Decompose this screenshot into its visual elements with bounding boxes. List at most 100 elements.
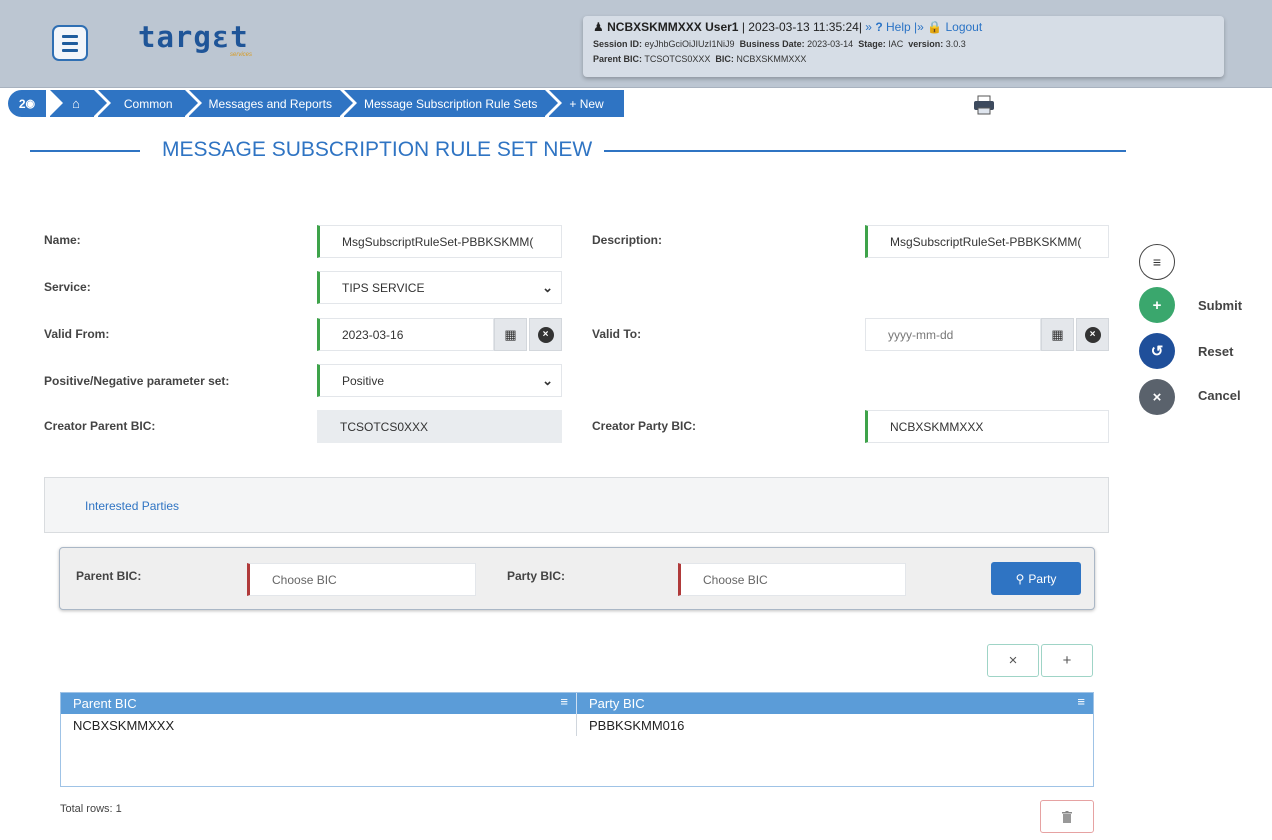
party-bic-input[interactable]: Choose BIC [678, 563, 906, 596]
session-datetime: | 2023-03-13 11:35:24| [741, 20, 862, 34]
valid-to-input[interactable]: yyyy-mm-dd [865, 318, 1041, 351]
service-select[interactable]: TIPS SERVICE ⌄ [317, 271, 562, 304]
version-label: version: [908, 39, 944, 49]
logo-subtitle: services [230, 52, 253, 58]
business-date-value: 2023-03-14 [807, 39, 854, 49]
search-party-label: Party [1028, 571, 1057, 586]
menu-icon[interactable] [52, 25, 88, 61]
help-link[interactable]: ? Help [875, 20, 910, 34]
close-icon: × [1152, 388, 1162, 406]
help-separator: » [865, 20, 872, 34]
target-logo: targɛt [138, 20, 249, 54]
app-header: targɛt services ♟ NCBXSKMMXXX User1 | 20… [0, 0, 1272, 88]
plus-icon: + [1152, 296, 1162, 314]
user-name: NCBXSKMMXXX User1 [607, 20, 739, 34]
parent-bic-label: Parent BIC: [593, 54, 643, 64]
parent-bic-input[interactable]: Choose BIC [247, 563, 476, 596]
tab-interested-parties[interactable]: Interested Parties [85, 499, 179, 513]
page-title: MESSAGE SUBSCRIPTION RULE SET NEW [150, 138, 605, 162]
search-parent-bic-label: Parent BIC: [76, 569, 142, 583]
help-icon: ? [875, 20, 883, 34]
logout-link[interactable]: 🔒 Logout [927, 20, 982, 34]
chevron-down-icon: ⌄ [542, 280, 553, 295]
eye-icon: ◉ [25, 98, 36, 110]
user-line: ♟ NCBXSKMMXXX User1 | 2023-03-13 11:35:2… [593, 20, 1214, 34]
history-count: 2 [18, 96, 26, 111]
valid-to-calendar-button[interactable]: ▦ [1041, 318, 1074, 351]
column-header-parent-bic[interactable]: Parent BIC ≡ [61, 693, 577, 714]
delete-button[interactable] [1040, 800, 1094, 833]
list-icon[interactable]: ≡ [1139, 244, 1175, 280]
logout-separator: |» [914, 20, 924, 34]
business-date-label: Business Date: [739, 39, 805, 49]
breadcrumb-common[interactable]: Common [97, 90, 198, 117]
print-icon[interactable] [972, 95, 996, 115]
breadcrumb: 2 ◉ ⌂ Common Messages and Reports Message… [8, 90, 624, 117]
session-line: Session ID: eyJhbGciOiJIUzI1NiJ9 Busines… [593, 39, 1214, 49]
user-info-box: ♟ NCBXSKMMXXX User1 | 2023-03-13 11:35:2… [583, 16, 1224, 77]
session-id-label: Session ID: [593, 39, 643, 49]
breadcrumb-home[interactable]: ⌂ [50, 90, 107, 117]
name-input[interactable]: MsgSubscriptRuleSet-PBBKSKMM( [317, 225, 562, 258]
posneg-label: Positive/Negative parameter set: [44, 374, 230, 388]
clear-icon: × [537, 326, 554, 343]
user-icon: ♟ [593, 20, 604, 34]
reset-label: Reset [1198, 344, 1234, 359]
add-button[interactable]: + [1041, 644, 1093, 677]
search-icon: ⚲ [1015, 571, 1025, 586]
title-divider-left [30, 150, 140, 152]
breadcrumb-messages-reports[interactable]: Messages and Reports [188, 90, 354, 117]
name-label: Name: [44, 233, 81, 247]
valid-from-input[interactable]: 2023-03-16 [317, 318, 494, 351]
interested-parties-grid: Parent BIC ≡ Party BIC ≡ NCBXSKMMXXX PBB… [60, 692, 1094, 787]
column-header-label: Parent BIC [73, 696, 137, 711]
valid-to-clear-button[interactable]: × [1076, 318, 1109, 351]
bic-line: Parent BIC: TCSOTCS0XXX BIC: NCBXSKMMXXX [593, 54, 1214, 64]
valid-from-calendar-button[interactable]: ▦ [494, 318, 527, 351]
reset-button[interactable]: ↺ [1139, 333, 1175, 369]
session-id-value: eyJhbGciOiJIUzI1NiJ9 [644, 39, 735, 49]
creator-party-bic-field[interactable]: NCBXSKMMXXX [865, 410, 1109, 443]
search-party-button[interactable]: ⚲ Party [991, 562, 1081, 595]
table-row[interactable]: NCBXSKMMXXX PBBKSKMM016 [61, 714, 1093, 736]
total-rows: Total rows: 1 [60, 803, 122, 815]
parent-bic-value: TCSOTCS0XXX [644, 54, 711, 64]
column-menu-icon[interactable]: ≡ [560, 694, 568, 709]
interested-parties-panel: Interested Parties [44, 477, 1109, 533]
cell-party-bic: PBBKSKMM016 [589, 717, 685, 733]
chevron-down-icon: ⌄ [542, 373, 553, 388]
stage-value: IAC [888, 39, 904, 49]
clear-icon: × [1084, 326, 1101, 343]
column-menu-icon[interactable]: ≡ [1077, 694, 1085, 709]
title-divider-right [595, 150, 1126, 152]
trash-icon [1062, 810, 1072, 823]
cell-parent-bic: NCBXSKMMXXX [61, 714, 577, 736]
page-title-row: MESSAGE SUBSCRIPTION RULE SET NEW [30, 136, 1126, 166]
posneg-select[interactable]: Positive ⌄ [317, 364, 562, 397]
undo-icon: ↺ [1150, 343, 1164, 360]
version-value: 3.0.3 [945, 39, 966, 49]
calendar-icon: ▦ [504, 326, 517, 342]
grid-header: Parent BIC ≡ Party BIC ≡ [61, 693, 1093, 714]
breadcrumb-subscription-rule-sets[interactable]: Message Subscription Rule Sets [343, 90, 559, 117]
help-label: Help [886, 20, 911, 34]
submit-button[interactable]: + [1139, 287, 1175, 323]
lock-icon: 🔒 [927, 20, 943, 34]
description-input[interactable]: MsgSubscriptRuleSet-PBBKSKMM( [865, 225, 1109, 258]
home-icon: ⌂ [72, 96, 80, 111]
service-label: Service: [44, 280, 91, 294]
valid-from-label: Valid From: [44, 327, 110, 341]
interested-parties-search [59, 547, 1095, 610]
close-icon: × [1008, 652, 1018, 669]
stage-label: Stage: [858, 39, 886, 49]
service-value: TIPS SERVICE [342, 280, 425, 295]
valid-from-clear-button[interactable]: × [529, 318, 562, 351]
creator-parent-bic-field: TCSOTCS0XXX [317, 410, 562, 443]
submit-label: Submit [1198, 298, 1243, 313]
column-header-party-bic[interactable]: Party BIC ≡ [577, 693, 1093, 714]
history-button[interactable]: 2 ◉ [8, 90, 46, 117]
breadcrumb-new[interactable]: + New [549, 90, 624, 117]
cancel-button[interactable]: × [1139, 379, 1175, 415]
description-label: Description: [592, 233, 663, 247]
remove-button[interactable]: × [987, 644, 1039, 677]
